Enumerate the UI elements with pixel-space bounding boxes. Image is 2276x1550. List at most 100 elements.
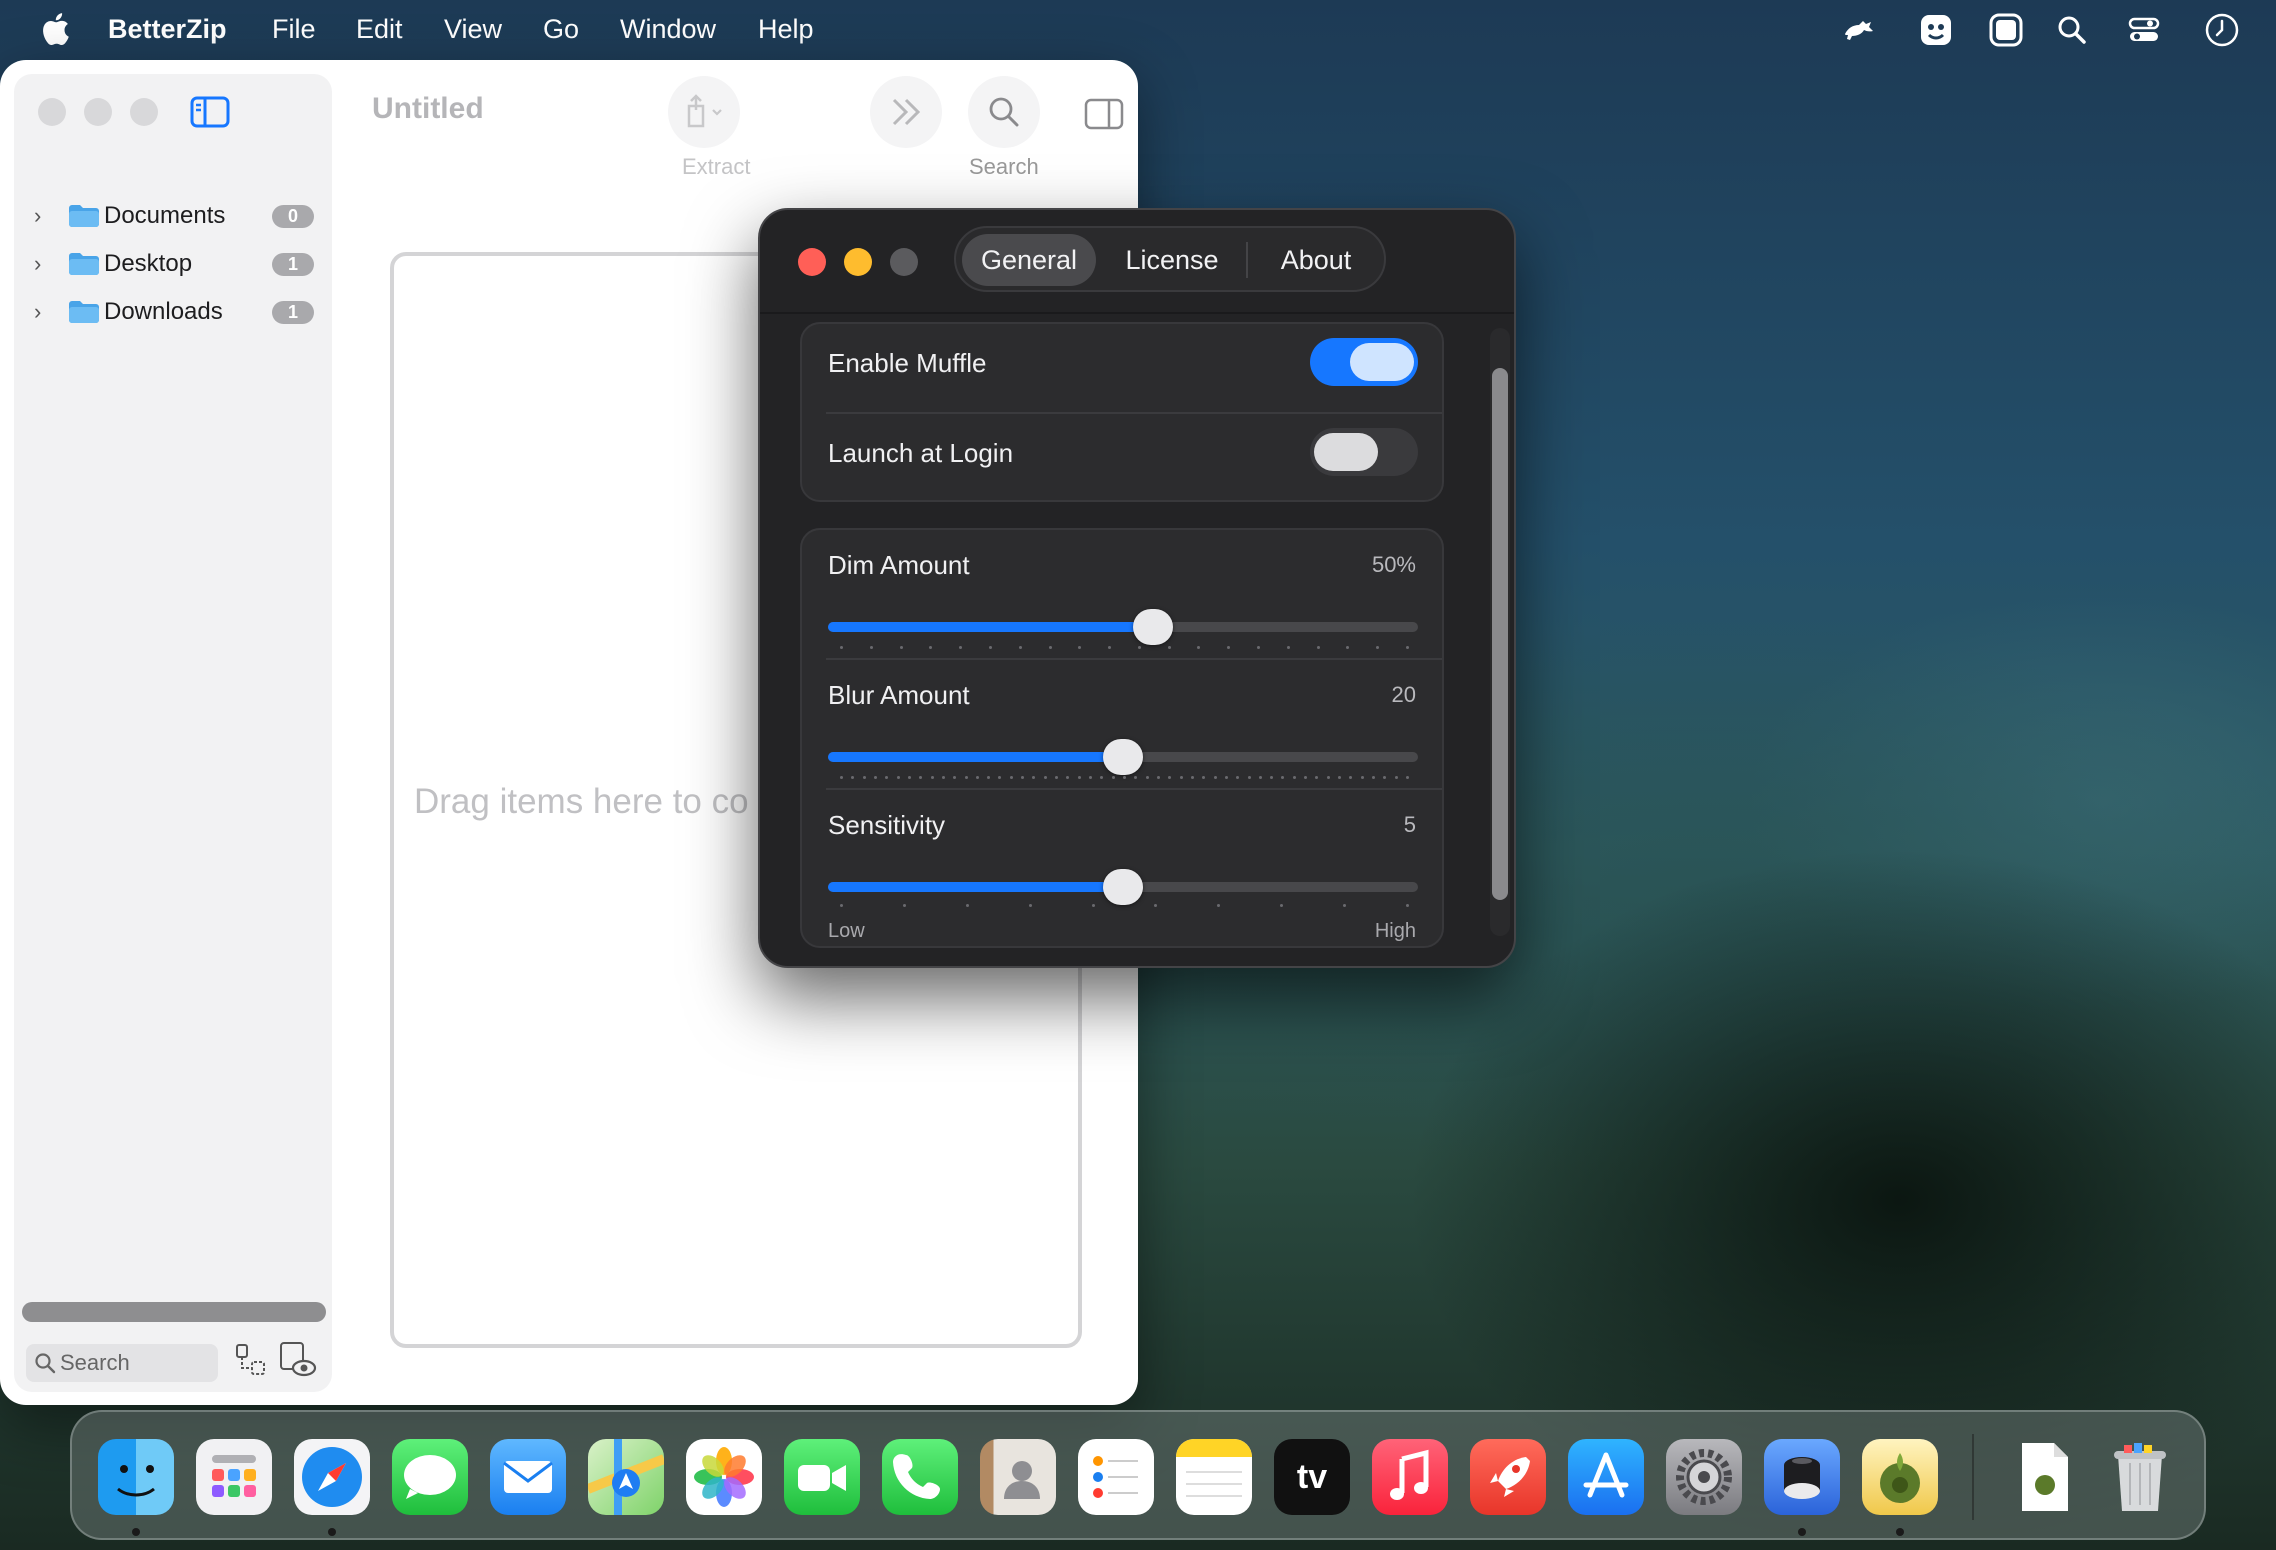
- notes-icon[interactable]: [1176, 1439, 1252, 1515]
- muffle-app-icon[interactable]: [1764, 1439, 1840, 1515]
- file-tree-icon[interactable]: [234, 1342, 268, 1378]
- slider-thumb[interactable]: [1103, 869, 1143, 905]
- phone-icon[interactable]: [882, 1439, 958, 1515]
- sidebar-toggle-icon[interactable]: [190, 96, 230, 128]
- slider-tick: [1111, 776, 1115, 779]
- slider-tick: [1338, 776, 1342, 779]
- apple-tv-icon[interactable]: tv: [1274, 1439, 1350, 1515]
- facetime-icon[interactable]: [784, 1439, 860, 1515]
- inspector-toggle-icon[interactable]: [1084, 98, 1124, 130]
- spotlight-search-icon[interactable]: [2054, 12, 2090, 48]
- slider-tick: [1134, 776, 1138, 779]
- extract-button[interactable]: [668, 76, 740, 148]
- menu-window[interactable]: Window: [620, 14, 716, 45]
- slider-tick: [1048, 646, 1052, 649]
- quick-look-icon[interactable]: [278, 1340, 318, 1380]
- slider-thumb[interactable]: [1132, 609, 1173, 645]
- slider-tick: [1406, 904, 1409, 907]
- clock-icon[interactable]: [2204, 12, 2240, 48]
- music-icon[interactable]: [1372, 1439, 1448, 1515]
- sidebar-item-label: Documents: [104, 202, 226, 229]
- menu-view[interactable]: View: [444, 14, 502, 45]
- slider-ticks: [828, 646, 1418, 650]
- chevron-right-icon[interactable]: ›: [34, 251, 54, 277]
- slider-ticks: [828, 904, 1418, 908]
- slider-tick: [902, 904, 906, 907]
- slider-ticks: [828, 776, 1418, 780]
- slider-tick: [1156, 776, 1160, 779]
- sensitivity-high-label: High: [1374, 920, 1416, 942]
- app-store-icon[interactable]: [1568, 1439, 1644, 1515]
- menu-file[interactable]: File: [272, 14, 316, 45]
- slider-thumb[interactable]: [1103, 739, 1143, 775]
- trash-icon[interactable]: [2102, 1439, 2178, 1515]
- minimize-button[interactable]: [844, 248, 872, 276]
- sensitivity-slider[interactable]: [828, 869, 1418, 905]
- slider-tick: [1394, 776, 1398, 779]
- apple-menu-icon[interactable]: [40, 12, 70, 46]
- horizontal-scrollbar[interactable]: [22, 1302, 326, 1322]
- dim-amount-value: 50%: [1371, 552, 1416, 577]
- slider-tick: [941, 776, 945, 779]
- tab-about[interactable]: About: [1250, 234, 1382, 286]
- rocket-typist-icon[interactable]: [1470, 1439, 1546, 1515]
- scrollbar-thumb[interactable]: [1492, 368, 1508, 900]
- mail-icon[interactable]: [490, 1439, 566, 1515]
- control-center-icon[interactable]: [2126, 12, 2162, 48]
- contacts-icon[interactable]: [980, 1439, 1056, 1515]
- screen-icon[interactable]: [1988, 12, 2024, 48]
- sidebar: › Documents 0 › Desktop 1 › Downloads 1 …: [14, 74, 332, 1392]
- minimize-button[interactable]: [84, 98, 112, 126]
- betterzip-icon[interactable]: [1862, 1439, 1938, 1515]
- maps-icon[interactable]: [588, 1439, 664, 1515]
- dim-amount-slider[interactable]: [828, 609, 1418, 645]
- search-button[interactable]: [968, 76, 1040, 148]
- sidebar-item-downloads[interactable]: › Downloads 1: [34, 292, 314, 332]
- betterzip-document-icon[interactable]: [2006, 1439, 2082, 1515]
- slider-tick: [1197, 646, 1201, 649]
- chevron-right-icon[interactable]: ›: [34, 299, 54, 325]
- slider-tick: [1376, 646, 1380, 649]
- slider-tick: [1089, 776, 1093, 779]
- slider-tick: [1077, 776, 1081, 779]
- reminders-icon[interactable]: [1078, 1439, 1154, 1515]
- zoom-button[interactable]: [130, 98, 158, 126]
- sidebar-search-field[interactable]: Search: [26, 1344, 218, 1382]
- vertical-scrollbar[interactable]: [1490, 328, 1510, 936]
- slider-tick: [1227, 646, 1231, 649]
- blur-amount-value: 20: [1391, 682, 1416, 707]
- slider-tick: [1078, 646, 1082, 649]
- slider-tick: [1009, 776, 1013, 779]
- launch-at-login-toggle[interactable]: [1310, 428, 1418, 476]
- system-settings-icon[interactable]: [1666, 1439, 1742, 1515]
- blur-amount-label: Blur Amount: [828, 680, 970, 710]
- menu-go[interactable]: Go: [543, 14, 579, 45]
- tab-general[interactable]: General: [962, 234, 1096, 286]
- face-icon[interactable]: [1918, 12, 1954, 48]
- launchpad-grid-icon: [212, 1455, 256, 1497]
- safari-icon[interactable]: [294, 1439, 370, 1515]
- tab-license[interactable]: License: [1102, 234, 1242, 286]
- zoom-button[interactable]: [890, 248, 918, 276]
- folder-icon: [69, 205, 99, 227]
- app-name-menu[interactable]: BetterZip: [108, 14, 227, 45]
- photos-icon[interactable]: [686, 1439, 762, 1515]
- more-toolbar-button[interactable]: [870, 76, 942, 148]
- bartender-icon[interactable]: [1842, 12, 1878, 48]
- chevron-right-icon[interactable]: ›: [34, 203, 54, 229]
- close-button[interactable]: [38, 98, 66, 126]
- sidebar-item-documents[interactable]: › Documents 0: [34, 196, 314, 236]
- messages-icon[interactable]: [392, 1439, 468, 1515]
- slider-tick: [1145, 776, 1149, 779]
- launchpad-icon[interactable]: [196, 1439, 272, 1515]
- close-button[interactable]: [798, 248, 826, 276]
- sidebar-item-desktop[interactable]: › Desktop 1: [34, 244, 314, 284]
- slider-tick: [1091, 904, 1095, 907]
- music-note-icon: [1390, 1449, 1429, 1500]
- menu-help[interactable]: Help: [758, 14, 814, 45]
- checklist-icon: [1093, 1456, 1138, 1498]
- blur-amount-slider[interactable]: [828, 739, 1418, 775]
- finder-icon[interactable]: [98, 1439, 174, 1515]
- menu-edit[interactable]: Edit: [356, 14, 403, 45]
- enable-muffle-toggle[interactable]: [1310, 338, 1418, 386]
